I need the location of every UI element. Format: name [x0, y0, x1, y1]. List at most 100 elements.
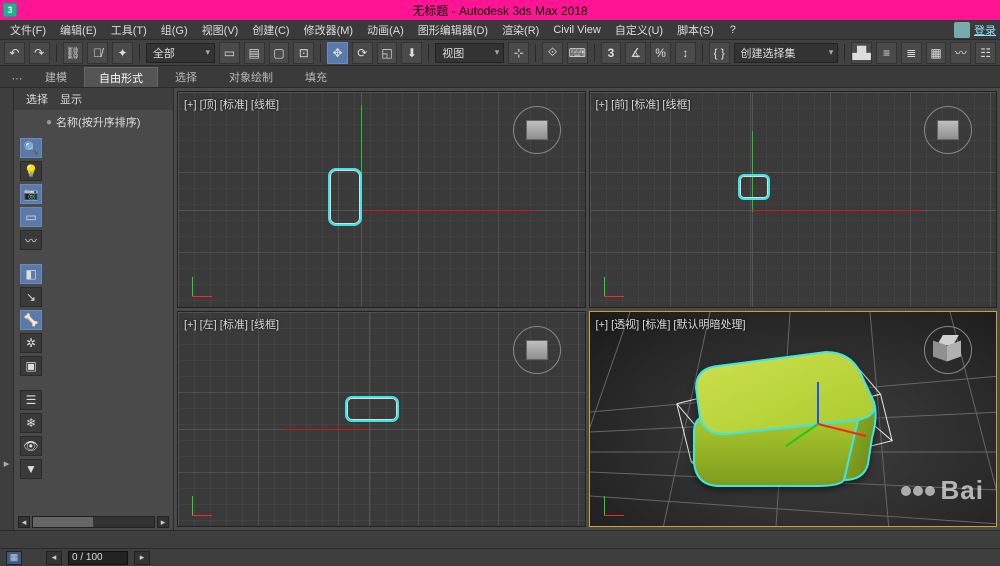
viewport-front[interactable]: [+] [前] [标准] [线框] — [589, 91, 998, 308]
use-pivot-button[interactable]: ⊹ — [508, 42, 529, 64]
filter-cameras-icon[interactable]: 📷 — [20, 184, 42, 204]
menu-modifiers[interactable]: 修改器(M) — [298, 20, 360, 40]
undo-button[interactable]: ↶ — [4, 42, 25, 64]
scroll-right-icon[interactable]: ▸ — [157, 516, 169, 528]
select-move-button[interactable]: ✥ — [327, 42, 348, 64]
ribbon-tab-objectpaint[interactable]: 对象绘制 — [214, 67, 288, 87]
unlink-button[interactable]: ⛓̸ — [87, 42, 108, 64]
viewport-perspective[interactable]: [+] [透视] [标准] [默认明暗处理] — [589, 311, 998, 528]
workspace: ▸ 选择 显示 名称(按升序排序) 🔍 💡 📷 ▭ 〰 ◧ ↘ — [0, 88, 1000, 530]
spinner-snap-button[interactable]: ↕ — [675, 42, 696, 64]
menu-animation[interactable]: 动画(A) — [361, 20, 410, 40]
menu-grapheditors[interactable]: 图形编辑器(D) — [412, 20, 494, 40]
layers-button[interactable]: ≣ — [901, 42, 922, 64]
viewport-layout-icon[interactable]: ▦ — [6, 551, 22, 565]
window-crossing-button[interactable]: ⊡ — [293, 42, 314, 64]
link-button[interactable]: ⛓ — [63, 42, 84, 64]
menu-tools[interactable]: 工具(T) — [105, 20, 153, 40]
frame-input[interactable] — [68, 551, 128, 565]
mirror-button[interactable]: ▟▙ — [851, 42, 872, 64]
axis-gizmo-front — [604, 271, 630, 297]
viewport-left-label[interactable]: [+] [左] [标准] [线框] — [184, 316, 279, 332]
keyboard-shortcut-button[interactable]: ⌨ — [567, 42, 588, 64]
title-bar: 3 无标题 - Autodesk 3ds Max 2018 — [0, 0, 1000, 20]
viewcube-left[interactable] — [513, 326, 561, 374]
expand-panel-icon[interactable]: ▸ — [4, 457, 10, 470]
viewport-persp-label[interactable]: [+] [透视] [标准] [默认明暗处理] — [596, 316, 746, 332]
selected-object-3d[interactable] — [668, 346, 888, 496]
filter-search-icon[interactable]: 🔍 — [20, 138, 42, 158]
snap-toggle-button[interactable]: 3 — [601, 42, 622, 64]
ribbon-tab-freeform[interactable]: 自由形式 — [84, 67, 158, 87]
timeline-prev-icon[interactable]: ◂ — [46, 551, 62, 565]
filter-helpers-icon[interactable]: ▭ — [20, 207, 42, 227]
scroll-left-icon[interactable]: ◂ — [18, 516, 30, 528]
filter-geometry-icon[interactable]: ◧ — [20, 264, 42, 284]
panel-tab-select[interactable]: 选择 — [26, 91, 48, 107]
percent-snap-button[interactable]: % — [650, 42, 671, 64]
layer-explorer-button[interactable]: ▦ — [926, 42, 947, 64]
filter-bone-icon[interactable]: 🦴 — [20, 310, 42, 330]
menu-customize[interactable]: 自定义(U) — [609, 20, 669, 40]
selected-object-top-outline[interactable] — [328, 168, 362, 226]
select-by-name-button[interactable]: ▤ — [244, 42, 265, 64]
timeline-bar[interactable] — [0, 530, 1000, 548]
viewport-front-label[interactable]: [+] [前] [标准] [线框] — [596, 96, 691, 112]
viewport-top-label[interactable]: [+] [顶] [标准] [线框] — [184, 96, 279, 112]
timeline-next-icon[interactable]: ▸ — [134, 551, 150, 565]
menu-edit[interactable]: 编辑(E) — [54, 20, 103, 40]
filter-all-icon[interactable]: ▼ — [20, 459, 42, 479]
filter-particles-icon[interactable]: ✲ — [20, 333, 42, 353]
angle-snap-button[interactable]: ∡ — [625, 42, 646, 64]
filter-frozen-icon[interactable]: ❄ — [20, 413, 42, 433]
menu-maxscript[interactable]: 脚本(S) — [671, 20, 720, 40]
selected-object-left-outline[interactable] — [345, 396, 399, 422]
viewport-top[interactable]: [+] [顶] [标准] [线框] — [177, 91, 586, 308]
filter-hidden-icon[interactable]: 👁 — [20, 436, 42, 456]
menu-help-icon[interactable]: ? — [724, 22, 742, 38]
named-selection-dropdown[interactable]: 创建选择集 — [734, 43, 839, 63]
ribbon-tab-populate[interactable]: 填充 — [290, 67, 342, 87]
edit-named-sel-button[interactable]: { } — [709, 42, 730, 64]
app-icon: 3 — [3, 3, 17, 17]
ribbon-tabs: ⋯ 建模 自由形式 选择 对象绘制 填充 — [0, 66, 1000, 88]
panel-tab-display[interactable]: 显示 — [60, 91, 82, 107]
menu-views[interactable]: 视图(V) — [196, 20, 245, 40]
selection-filter-dropdown[interactable]: 全部 — [146, 43, 215, 63]
ribbon-tab-selection[interactable]: 选择 — [160, 67, 212, 87]
login-link[interactable]: 登录 — [974, 22, 996, 38]
select-object-button[interactable]: ▭ — [219, 42, 240, 64]
filter-xref-icon[interactable]: ☰ — [20, 390, 42, 410]
select-rotate-button[interactable]: ⟳ — [352, 42, 373, 64]
sort-by-name-label[interactable]: 名称(按升序排序) — [46, 114, 165, 130]
selected-object-front-outline[interactable] — [738, 174, 770, 200]
filter-groups-icon[interactable]: ▣ — [20, 356, 42, 376]
ribbon-tab-modeling[interactable]: 建模 — [30, 67, 82, 87]
curve-editor-button[interactable]: 〰 — [950, 42, 971, 64]
viewcube-perspective[interactable] — [924, 326, 972, 374]
select-region-button[interactable]: ▢ — [269, 42, 290, 64]
select-place-button[interactable]: ⬇ — [401, 42, 422, 64]
menu-civilview[interactable]: Civil View — [547, 22, 606, 38]
redo-button[interactable]: ↷ — [29, 42, 50, 64]
panel-horizontal-scrollbar[interactable]: ◂ ▸ — [14, 514, 173, 530]
filter-lights-icon[interactable]: 💡 — [20, 161, 42, 181]
menu-file[interactable]: 文件(F) — [4, 20, 52, 40]
menu-group[interactable]: 组(G) — [155, 20, 194, 40]
filter-shapes-icon[interactable]: ↘ — [20, 287, 42, 307]
axis-gizmo-persp — [604, 490, 630, 516]
viewcube-top[interactable] — [513, 106, 561, 154]
select-manipulate-button[interactable]: ⟐ — [542, 42, 563, 64]
user-avatar-icon — [954, 22, 970, 38]
schematic-view-button[interactable]: ☷ — [975, 42, 996, 64]
filter-spacewarps-icon[interactable]: 〰 — [20, 230, 42, 250]
bind-spacewarp-button[interactable]: ✦ — [112, 42, 133, 64]
ribbon-collapse-icon[interactable]: ⋯ — [12, 69, 22, 87]
select-scale-button[interactable]: ◱ — [377, 42, 398, 64]
menu-create[interactable]: 创建(C) — [246, 20, 295, 40]
align-button[interactable]: ≡ — [876, 42, 897, 64]
coord-system-dropdown[interactable]: 视图 — [435, 43, 504, 63]
menu-rendering[interactable]: 渲染(R) — [496, 20, 545, 40]
viewcube-front[interactable] — [924, 106, 972, 154]
viewport-left[interactable]: [+] [左] [标准] [线框] — [177, 311, 586, 528]
